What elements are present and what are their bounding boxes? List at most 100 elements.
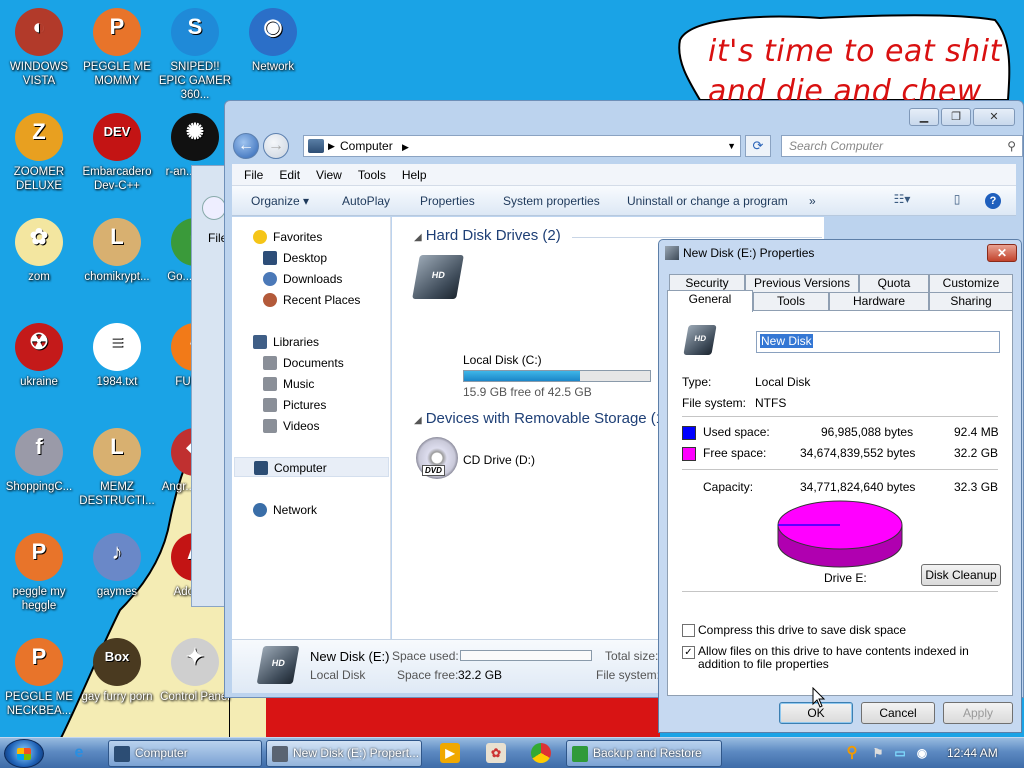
- paint-icon[interactable]: ✿: [486, 743, 506, 763]
- group-hard-disk-drives[interactable]: ◢ Hard Disk Drives (2): [414, 227, 561, 244]
- nav-recent-places[interactable]: Recent Places: [263, 290, 360, 310]
- group-removable-storage[interactable]: ◢ Devices with Removable Storage (1): [414, 410, 669, 427]
- menu-edit[interactable]: Edit: [271, 164, 308, 185]
- search-tray-icon[interactable]: ⚲: [842, 743, 862, 763]
- breadcrumb-chevron-icon[interactable]: ▶: [402, 142, 409, 152]
- desktop-icon-peggle-me-mommy[interactable]: P PEGGLE ME MOMMY: [78, 8, 156, 88]
- tab-previous-versions[interactable]: Previous Versions: [745, 274, 859, 292]
- desktop-icon-label: chomikrypt...: [84, 271, 150, 283]
- tab-hardware[interactable]: Hardware: [829, 292, 929, 310]
- disk-properties-dialog[interactable]: New Disk (E:) Properties ✕ Security Prev…: [658, 239, 1022, 733]
- apply-button[interactable]: Apply: [943, 702, 1013, 724]
- address-dropdown-icon[interactable]: ▼: [727, 136, 736, 156]
- drive-c-free-text: 15.9 GB free of 42.5 GB: [463, 385, 592, 399]
- index-contents-label[interactable]: Allow files on this drive to have conten…: [698, 645, 998, 671]
- menu-tools[interactable]: Tools: [350, 164, 394, 185]
- taskbar-computer[interactable]: Computer: [108, 740, 262, 767]
- preview-pane-icon[interactable]: ▯: [948, 192, 966, 208]
- desktop-icon-ukraine[interactable]: ☢ ukraine: [0, 323, 78, 389]
- desktop-icon-zom[interactable]: ✿ zom: [0, 218, 78, 284]
- tab-sharing[interactable]: Sharing: [929, 292, 1013, 310]
- desktop-icon-chomikrypt[interactable]: Lchomikrypt...: [78, 218, 156, 284]
- nav-music[interactable]: Music: [263, 374, 314, 394]
- flag-icon[interactable]: ⚑: [868, 743, 888, 763]
- tab-general[interactable]: General: [667, 290, 753, 312]
- minimize-button[interactable]: ▁: [909, 108, 939, 126]
- desktop-icon-peggle-my-heggle[interactable]: Ppeggle my heggle: [0, 533, 78, 613]
- back-button[interactable]: [202, 196, 226, 220]
- refresh-button[interactable]: ⟳: [745, 135, 771, 157]
- menu-help[interactable]: Help: [394, 164, 435, 185]
- compress-drive-label[interactable]: Compress this drive to save disk space: [698, 623, 906, 637]
- menu-view[interactable]: View: [308, 164, 350, 185]
- taskbar: e Computer New Disk (E:) Propert... ▶ ✿ …: [0, 737, 1024, 768]
- internet-explorer-icon[interactable]: e: [69, 743, 89, 763]
- desktop-icon-control-panel[interactable]: ✦ Control Panel: [156, 638, 234, 704]
- desktop-icon-1984-txt[interactable]: ≡ 1984.txt: [78, 323, 156, 389]
- close-button[interactable]: ✕: [973, 108, 1015, 126]
- organize-button[interactable]: Organize ▾: [251, 194, 309, 208]
- desktop-icon-network[interactable]: ◉ Network: [234, 8, 312, 74]
- address-bar[interactable]: ▶ Computer ▶ ▼: [303, 135, 741, 157]
- desktop-icon-windows-vista[interactable]: ◐ WINDOWS VISTA: [0, 8, 78, 88]
- hard-drive-icon: HD: [412, 255, 464, 299]
- view-options-icon[interactable]: ☷▾: [893, 192, 911, 208]
- desktop-icon-label: ZOOMER DELUXE: [13, 166, 65, 192]
- nav-computer[interactable]: Computer: [234, 457, 389, 477]
- desktop-icon-shoppingc[interactable]: f ShoppingC...: [0, 428, 78, 494]
- nav-downloads[interactable]: Downloads: [263, 269, 342, 289]
- breadcrumb-computer[interactable]: Computer: [340, 139, 393, 153]
- compress-drive-checkbox[interactable]: [682, 624, 695, 637]
- index-contents-checkbox[interactable]: ✓: [682, 646, 695, 659]
- nav-documents[interactable]: Documents: [263, 353, 344, 373]
- desktop-icon-sniped-epic-gamer-360[interactable]: S SNIPED!! EPIC GAMER 360...: [156, 8, 234, 102]
- hourglass-file-icon: L: [93, 218, 141, 266]
- nav-network[interactable]: Network: [253, 500, 317, 520]
- help-icon[interactable]: ?: [985, 193, 1001, 209]
- more-commands-button[interactable]: »: [809, 194, 816, 208]
- properties-button[interactable]: Properties: [420, 194, 475, 208]
- tab-customize[interactable]: Customize: [929, 274, 1013, 292]
- volume-name-input[interactable]: New Disk: [756, 331, 1000, 353]
- search-icon[interactable]: ⚲: [1007, 136, 1016, 156]
- desktop-icon-memz-destructi[interactable]: L MEMZ DESTRUCTI...: [78, 428, 156, 508]
- free-space-label: Free space:: [703, 446, 767, 460]
- tab-quota[interactable]: Quota: [859, 274, 929, 292]
- cancel-button[interactable]: Cancel: [861, 702, 935, 724]
- maximize-button[interactable]: ❐: [941, 108, 971, 126]
- autoplay-button[interactable]: AutoPlay: [342, 194, 390, 208]
- display-icon[interactable]: ▭: [890, 743, 910, 763]
- dialog-close-button[interactable]: ✕: [987, 244, 1017, 262]
- desktop-icon-peggle-me-neckbea[interactable]: P PEGGLE ME NECKBEA...: [0, 638, 78, 718]
- back-button[interactable]: ←: [233, 133, 259, 159]
- chrome-icon[interactable]: [531, 743, 551, 763]
- desktop-icon-zoomer-deluxe[interactable]: Z ZOOMER DELUXE: [0, 113, 78, 193]
- desktop-icon-embarcadero-dev-c[interactable]: DEV Embarcadero Dev-C++: [78, 113, 156, 193]
- disk-cleanup-button[interactable]: Disk Cleanup: [921, 564, 1001, 586]
- desktop-icon-label: peggle my heggle: [12, 586, 66, 612]
- nav-pictures[interactable]: Pictures: [263, 395, 326, 415]
- text-file-icon: ≡: [93, 323, 141, 371]
- computer-icon: [254, 461, 268, 475]
- nav-libraries[interactable]: Libraries: [253, 332, 319, 352]
- start-button[interactable]: [4, 739, 44, 768]
- menu-file[interactable]: File: [236, 164, 271, 185]
- collapse-icon: ◢: [414, 415, 422, 426]
- desktop-icon-gay-furry-porn[interactable]: Box gay furry porn: [78, 638, 156, 704]
- media-player-icon[interactable]: ▶: [440, 743, 460, 763]
- nav-desktop[interactable]: Desktop: [263, 248, 327, 268]
- nav-videos[interactable]: Videos: [263, 416, 319, 436]
- desktop-icon-gaymes[interactable]: ♪ gaymes: [78, 533, 156, 599]
- type-value: Local Disk: [755, 375, 811, 389]
- uninstall-program-button[interactable]: Uninstall or change a program: [627, 194, 788, 208]
- tab-tools[interactable]: Tools: [753, 292, 829, 310]
- forward-button[interactable]: →: [263, 133, 289, 159]
- clock[interactable]: 12:44 AM: [947, 746, 998, 760]
- taskbar-backup-and-restore[interactable]: Backup and Restore: [566, 740, 722, 767]
- system-properties-button[interactable]: System properties: [503, 194, 600, 208]
- nav-favorites[interactable]: Favorites: [253, 227, 322, 247]
- desktop-icon-label: Control Panel: [160, 691, 230, 703]
- volume-icon[interactable]: ◉: [912, 743, 932, 763]
- search-input[interactable]: Search Computer ⚲: [781, 135, 1023, 157]
- taskbar-disk-properties[interactable]: New Disk (E:) Propert...: [266, 740, 422, 767]
